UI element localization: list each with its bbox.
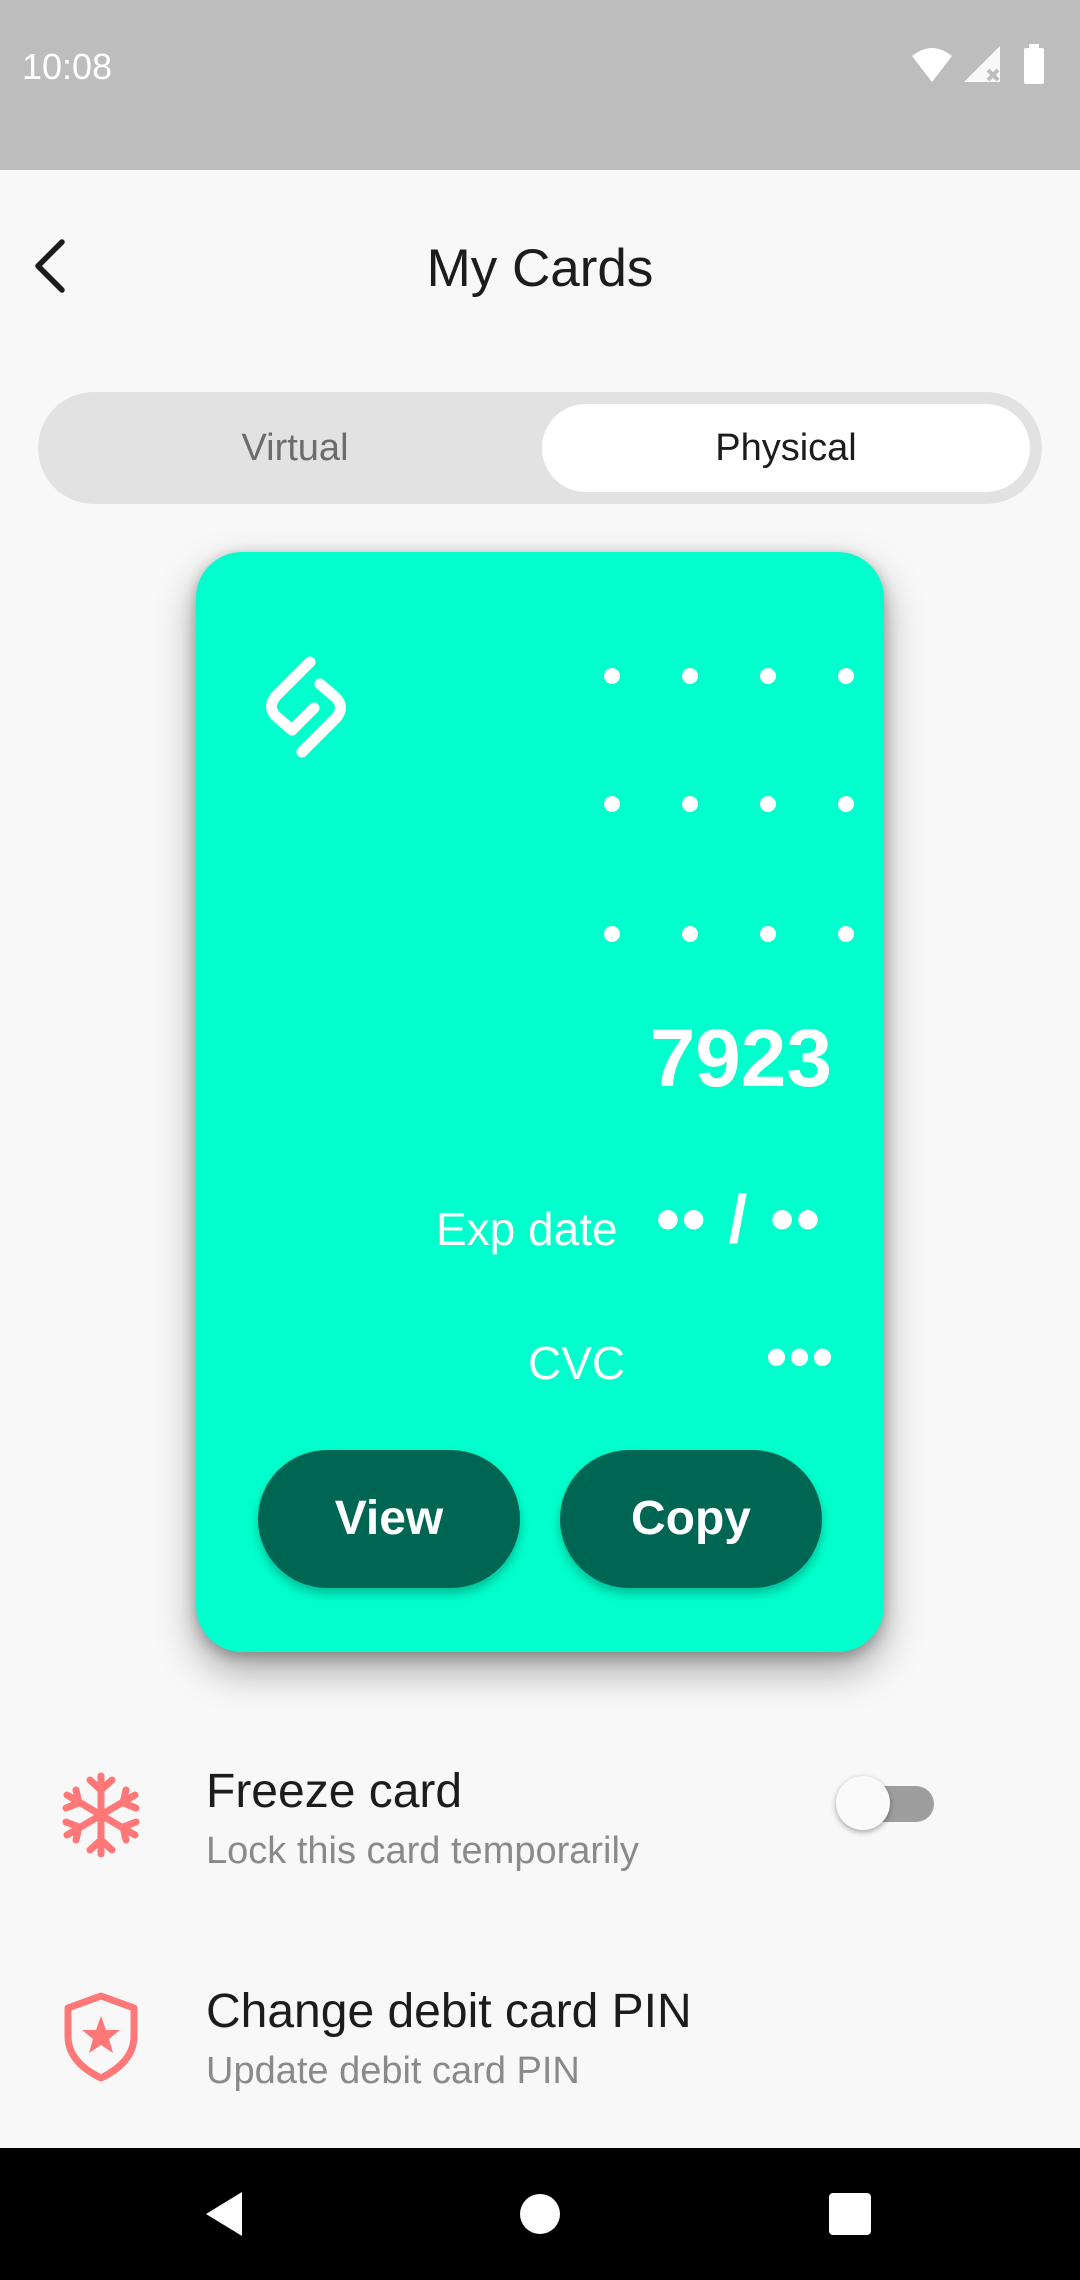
shield-star-icon: [64, 1992, 138, 2082]
nav-recents-icon[interactable]: [820, 2184, 880, 2244]
snowflake-icon: [62, 1772, 140, 1858]
nav-home-icon[interactable]: [510, 2184, 570, 2244]
wifi-icon: [912, 48, 952, 82]
system-nav-bar: [0, 2148, 1080, 2280]
masked-digits-group-1: [604, 664, 854, 688]
brand-logo-icon: [266, 656, 346, 758]
freeze-card-title: Freeze card: [206, 1765, 463, 1818]
status-icons: [910, 44, 1060, 88]
tab-physical[interactable]: Physical: [542, 404, 1030, 492]
tab-virtual[interactable]: Virtual: [50, 404, 540, 492]
status-time: 10:08: [22, 46, 113, 87]
freeze-card-row[interactable]: Freeze card Lock this card temporarily: [0, 1730, 1080, 1910]
change-pin-subtitle: Update debit card PIN: [206, 2050, 580, 2092]
masked-digits-group-2: [604, 792, 854, 816]
app-header: My Cards: [0, 170, 1080, 370]
cell-signal-icon: [964, 46, 1000, 82]
exp-date-value: •• / ••: [656, 1181, 822, 1257]
masked-digits-group-3: [604, 922, 854, 946]
view-button[interactable]: View: [258, 1450, 520, 1588]
change-pin-title: Change debit card PIN: [206, 1985, 692, 2038]
nav-back-icon[interactable]: [196, 2184, 256, 2244]
freeze-card-toggle[interactable]: [836, 1770, 940, 1830]
page-title: My Cards: [426, 239, 654, 298]
freeze-card-subtitle: Lock this card temporarily: [206, 1830, 639, 1872]
card-type-tabs: Virtual Physical: [38, 392, 1042, 504]
debit-card: 7923 Exp date •• / •• CVC ••• View Copy: [196, 552, 884, 1652]
battery-icon: [1024, 44, 1044, 84]
change-pin-row[interactable]: Change debit card PIN Update debit card …: [0, 1950, 1080, 2130]
exp-date-label: Exp date: [436, 1203, 618, 1255]
status-bar: 10:08: [0, 0, 1080, 170]
card-last4: 7923: [649, 1013, 832, 1104]
cvc-label: CVC: [528, 1337, 626, 1389]
copy-button[interactable]: Copy: [560, 1450, 822, 1588]
cvc-value: •••: [766, 1323, 836, 1390]
